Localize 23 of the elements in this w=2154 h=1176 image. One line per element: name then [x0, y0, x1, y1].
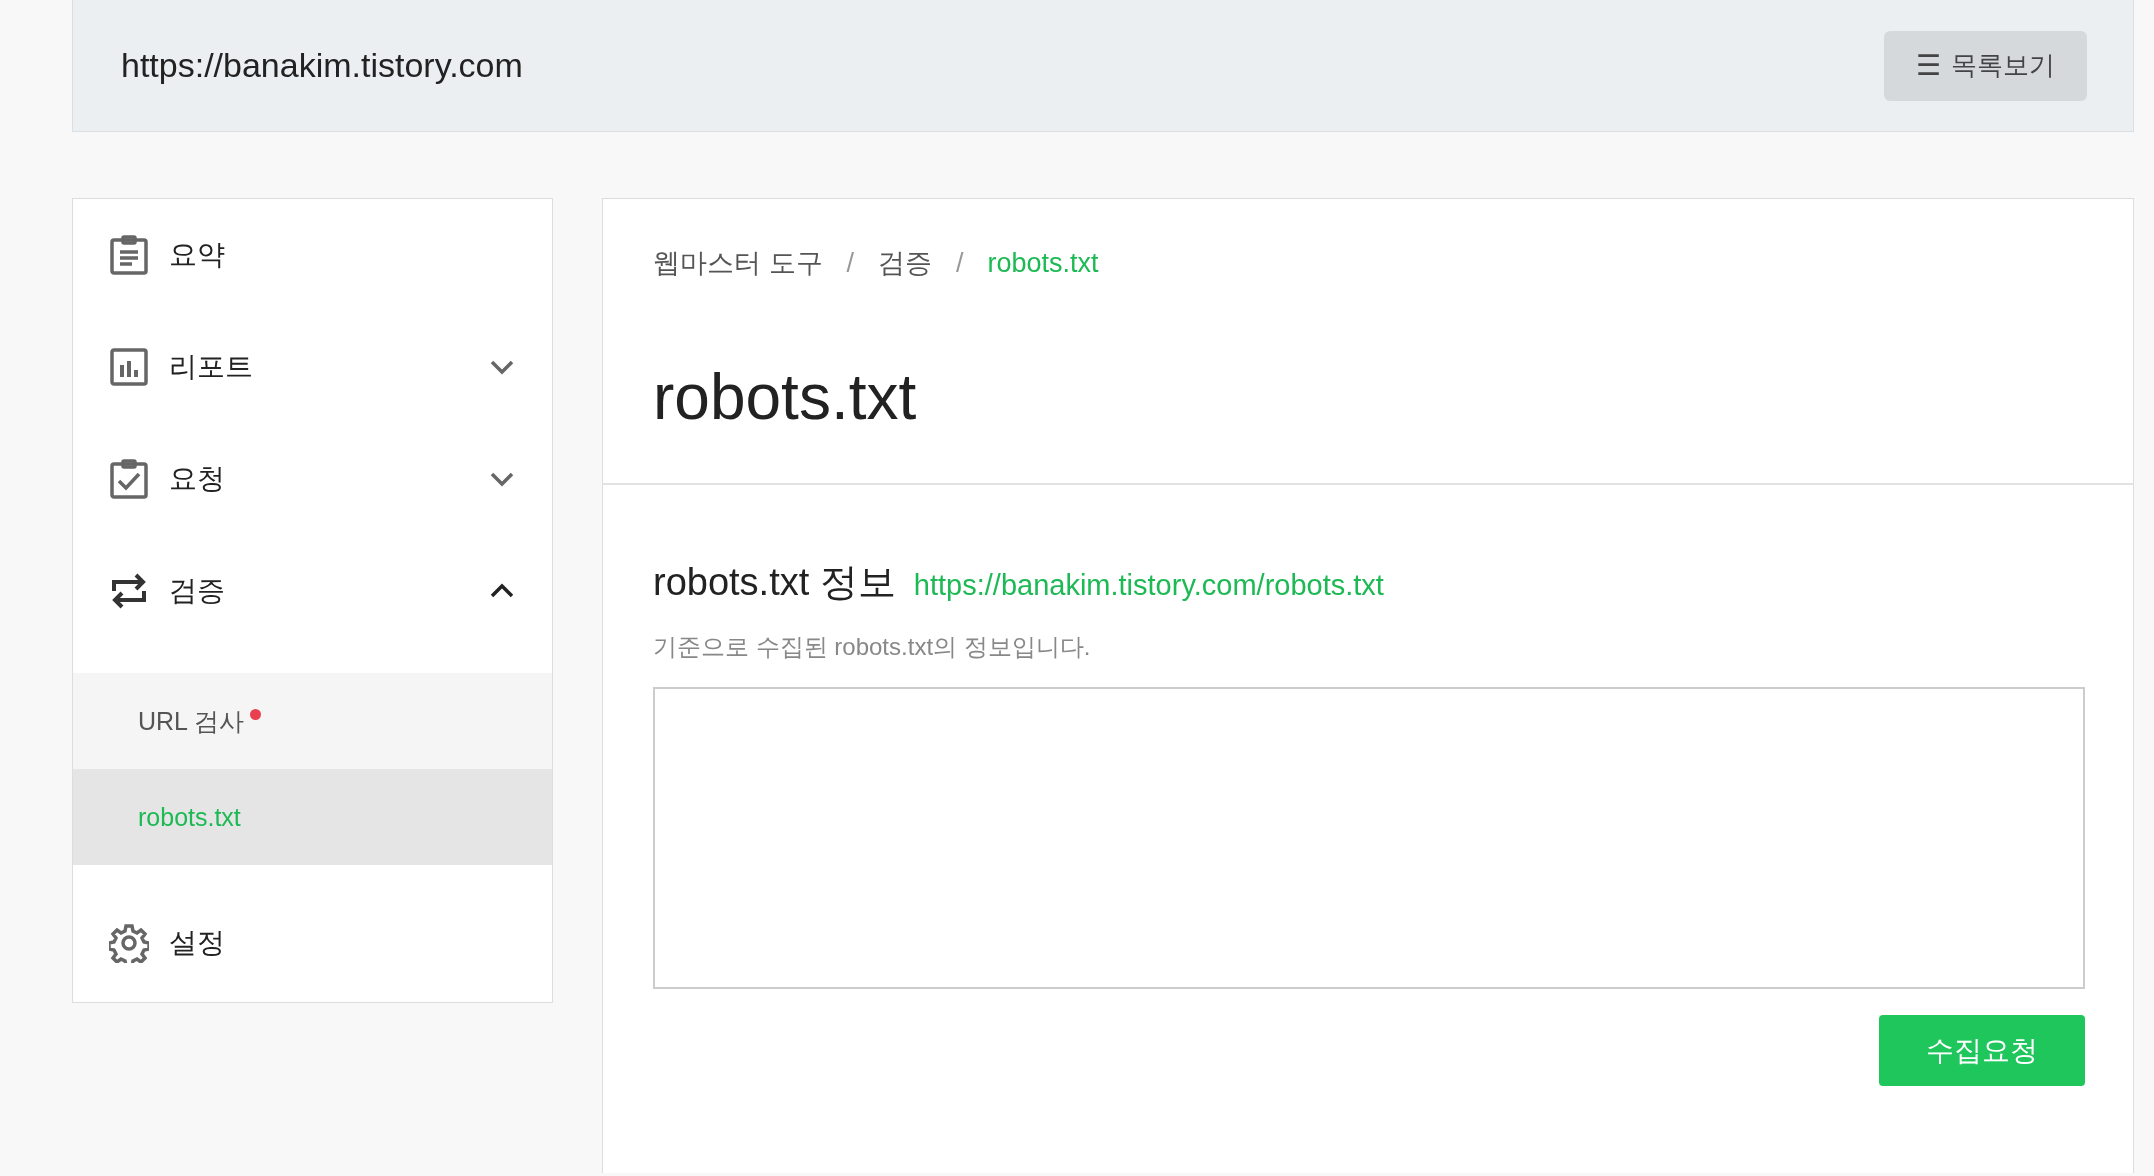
breadcrumb-item: robots.txt	[987, 247, 1099, 279]
breadcrumb-separator: /	[956, 247, 964, 279]
list-view-button[interactable]: ☰ 목록보기	[1884, 30, 2087, 101]
bar-chart-icon	[110, 348, 148, 386]
site-url: https://banakim.tistory.com	[121, 46, 523, 85]
sidebar-item[interactable]: 리포트	[73, 311, 552, 423]
section-title: robots.txt 정보	[653, 560, 896, 605]
repeat-arrows-icon	[110, 571, 148, 611]
sidebar-item[interactable]: 검증	[73, 535, 552, 647]
clipboard-icon	[110, 235, 148, 275]
breadcrumb-item[interactable]: 검증	[878, 245, 933, 281]
list-icon: ☰	[1916, 49, 1941, 82]
sidebar-item[interactable]: 요약	[73, 199, 552, 311]
sidebar-subitem[interactable]: URL 검사	[73, 673, 552, 769]
settings-icon	[109, 923, 149, 963]
breadcrumb-separator: /	[846, 247, 855, 279]
robots-text-area[interactable]	[653, 687, 2085, 989]
sidebar-item[interactable]: 설정	[73, 887, 552, 999]
checklist-icon	[110, 459, 148, 499]
info-note: 기준으로 수집된 robots.txt의 정보입니다.	[653, 632, 1092, 662]
breadcrumb-item[interactable]: 웹마스터 도구	[653, 245, 823, 281]
sidebar-item[interactable]: 요청	[73, 423, 552, 535]
page-title: robots.txt	[653, 360, 918, 435]
